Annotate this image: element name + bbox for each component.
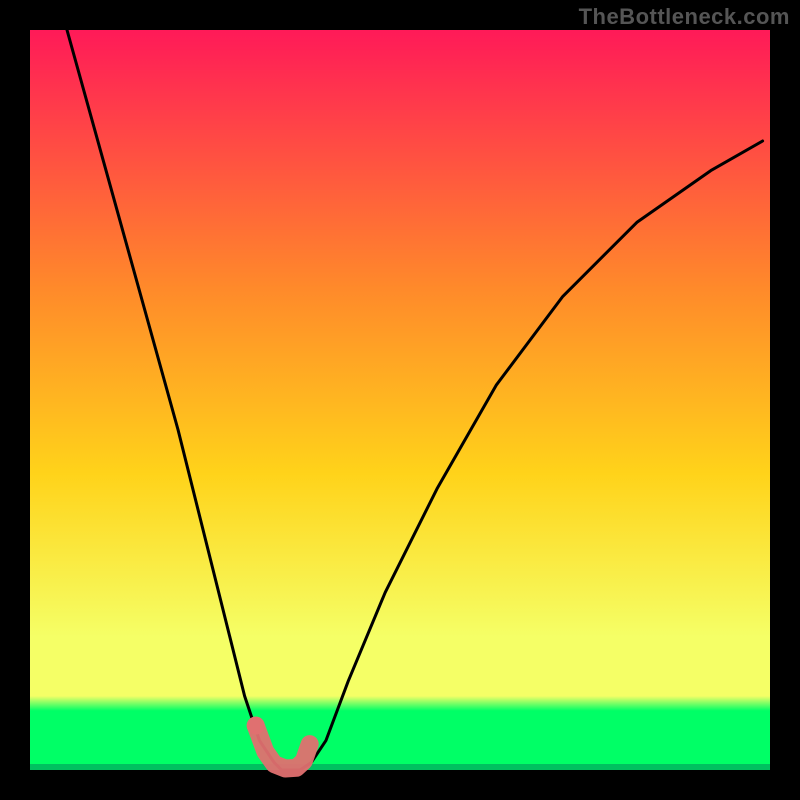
bottleneck-chart [0,0,800,800]
gradient-background [30,30,770,770]
highlight-start-dot [247,717,265,735]
baseline-band [30,764,770,770]
chart-container: TheBottleneck.com [0,0,800,800]
